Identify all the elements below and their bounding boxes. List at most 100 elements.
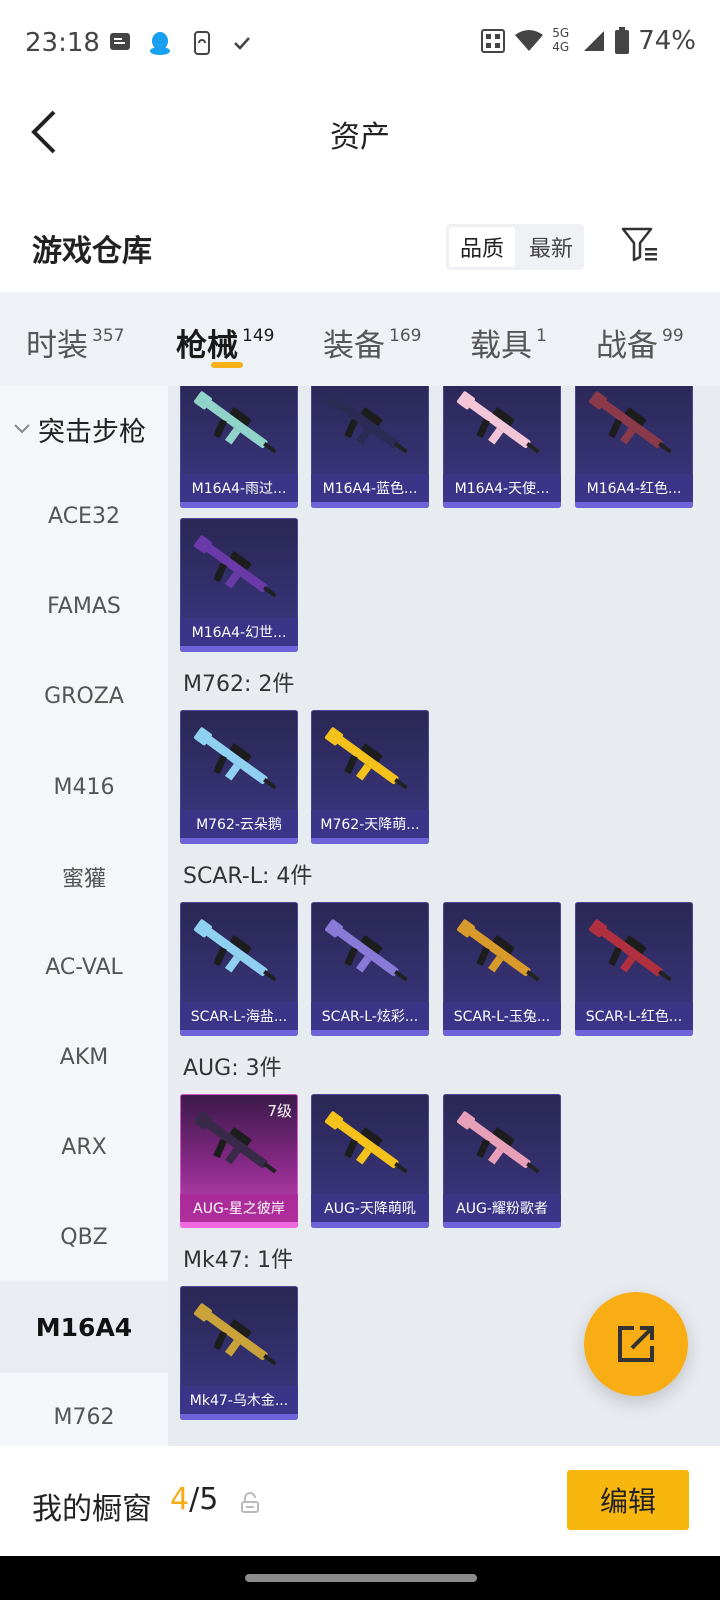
quality-bar (575, 502, 693, 508)
section-title: 游戏仓库 (32, 234, 152, 269)
skin-name: M16A4-雨过... (180, 474, 298, 502)
skin-card[interactable]: M16A4-幻世... (180, 518, 298, 652)
quality-bar (180, 502, 298, 508)
sidebar-item-selected[interactable]: M16A4 (0, 1281, 168, 1373)
sidebar-item[interactable]: GROZA (0, 650, 168, 742)
status-bar: 23:18 5G 4G 74% (0, 0, 720, 88)
quality-bar (575, 1030, 693, 1036)
sidebar-item[interactable]: FAMAS (0, 560, 168, 652)
message-icon (110, 33, 130, 50)
share-external-icon (618, 1326, 654, 1362)
skin-card[interactable]: M16A4-雨过... (180, 386, 298, 508)
skin-card[interactable]: SCAR-L-红色... (575, 902, 693, 1036)
skin-name: M762-天降萌... (311, 810, 429, 838)
edit-button[interactable]: 编辑 (567, 1470, 689, 1530)
skin-card[interactable]: AUG-耀粉歌者 (443, 1094, 561, 1228)
tab-vehicles[interactable]: 载具 1 (470, 320, 547, 365)
skin-card[interactable]: M762-天降萌... (311, 710, 429, 844)
home-indicator[interactable] (245, 1574, 477, 1582)
rifle-skin-icon (457, 391, 540, 454)
battery-icon (615, 27, 630, 54)
sidebar-item[interactable]: 蜜獾 (0, 831, 168, 923)
skin-name: M16A4-幻世... (180, 618, 298, 646)
skin-name: SCAR-L-玉兔... (443, 1002, 561, 1030)
network-bottom: 4G (552, 40, 570, 54)
rifle-skin-icon (194, 535, 277, 598)
skin-name: AUG-星之彼岸 (180, 1194, 298, 1222)
quality-bar (311, 838, 429, 844)
rifle-skin-icon (194, 1303, 277, 1366)
skin-card[interactable]: 7级 AUG-星之彼岸 (180, 1094, 298, 1228)
tab-label: 装备 (323, 328, 385, 364)
sidebar-item[interactable]: ACE32 (0, 470, 168, 562)
app-screen: 23:18 5G 4G 74% 资产 游戏仓库 品质 最新 时装 357 枪械 … (0, 0, 720, 1600)
top-nav-bar: 资产 (0, 88, 720, 174)
quality-bar (443, 1222, 561, 1228)
quality-bar (311, 502, 429, 508)
system-nav-bar (0, 1556, 720, 1600)
network-top: 5G (552, 26, 570, 40)
tab-label: 枪械 (176, 328, 238, 364)
wifi-icon (515, 30, 544, 51)
category-assault-rifles[interactable]: 突击步枪 (0, 408, 168, 452)
tab-battle-gear[interactable]: 战备 99 (596, 320, 684, 365)
status-time: 23:18 (25, 28, 100, 58)
skin-card[interactable]: AUG-天降萌吼 (311, 1094, 429, 1228)
active-tab-indicator (211, 362, 243, 368)
tab-label: 载具 (470, 328, 532, 364)
skin-card[interactable]: Mk47-乌木金... (180, 1286, 298, 1420)
skin-level-badge: 7级 (267, 1102, 292, 1120)
group-title: SCAR-L: 4件 (183, 864, 313, 889)
quality-bar (443, 1030, 561, 1036)
skin-card[interactable]: M762-云朵鹅 (180, 710, 298, 844)
sidebar-item[interactable]: QBZ (0, 1191, 168, 1283)
quality-bar (311, 1030, 429, 1036)
phone-sync-icon (194, 31, 210, 55)
skin-card[interactable]: M16A4-红色... (575, 386, 693, 508)
status-right: 5G 4G 74% (480, 26, 696, 56)
chevron-down-icon (14, 424, 30, 434)
share-button[interactable] (584, 1292, 688, 1396)
filter-icon[interactable] (620, 224, 660, 264)
skin-card[interactable]: SCAR-L-炫彩... (311, 902, 429, 1036)
sort-quality-button[interactable]: 品质 (449, 227, 515, 267)
showcase-current: 4 (170, 1482, 190, 1517)
skin-name: SCAR-L-红色... (575, 1002, 693, 1030)
skin-name: Mk47-乌木金... (180, 1386, 298, 1414)
quality-bar (443, 502, 561, 508)
quality-bar (180, 838, 298, 844)
showcase-max: 5 (199, 1482, 219, 1517)
skin-name: SCAR-L-海盐... (180, 1002, 298, 1030)
lock-icon (241, 1492, 259, 1513)
sidebar-item[interactable]: AC-VAL (0, 921, 168, 1013)
skin-name: M762-云朵鹅 (180, 810, 298, 838)
tab-label: 时装 (26, 328, 88, 364)
skin-card[interactable]: SCAR-L-海盐... (180, 902, 298, 1036)
tab-fashion[interactable]: 时装 357 (26, 320, 124, 365)
tab-firearms[interactable]: 枪械 149 (176, 320, 274, 365)
quality-bar (180, 1030, 298, 1036)
quality-bar (311, 1222, 429, 1228)
tab-count: 169 (389, 325, 422, 346)
skin-card[interactable]: SCAR-L-玉兔... (443, 902, 561, 1036)
showcase-bar: 我的橱窗 4/5 编辑 (0, 1446, 720, 1556)
sidebar-item[interactable]: M416 (0, 741, 168, 833)
skin-card[interactable]: M16A4-天使... (443, 386, 561, 508)
showcase-count: 4/5 (170, 1482, 218, 1517)
sort-newest-button[interactable]: 最新 (518, 224, 584, 270)
category-tabs: 时装 357 枪械 149 装备 169 载具 1 战备 99 (0, 292, 720, 386)
rifle-skin-icon (325, 727, 408, 790)
tab-equipment[interactable]: 装备 169 (323, 320, 421, 365)
group-title: M762: 2件 (183, 672, 295, 697)
skin-name: AUG-天降萌吼 (311, 1194, 429, 1222)
sidebar-item[interactable]: M762 (0, 1371, 168, 1446)
category-label: 突击步枪 (38, 417, 146, 448)
skin-card[interactable]: M16A4-蓝色... (311, 386, 429, 508)
battery-level: 74% (638, 26, 696, 56)
skin-grid: M16A4-雨过... M16A4-蓝色... M16A4-天使... M16A4-红… (168, 386, 720, 1446)
sidebar-item[interactable]: AKM (0, 1011, 168, 1103)
sidebar-item[interactable]: ARX (0, 1101, 168, 1193)
showcase-separator: / (189, 1482, 200, 1517)
skin-name: M16A4-红色... (575, 474, 693, 502)
rifle-skin-icon (194, 727, 277, 790)
